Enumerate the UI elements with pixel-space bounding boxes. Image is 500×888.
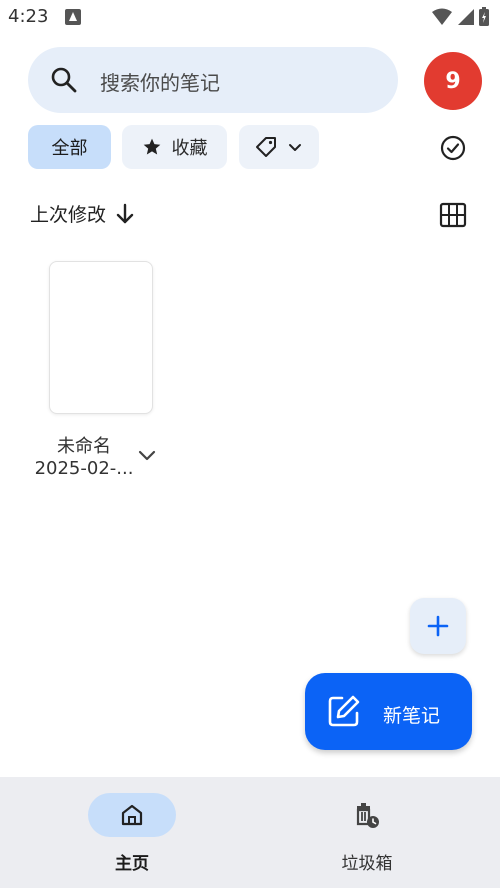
wifi-icon [432, 8, 452, 25]
grid-view-icon[interactable] [439, 202, 467, 228]
status-indicators [432, 7, 490, 27]
plus-icon [427, 615, 449, 637]
signal-icon [458, 9, 474, 25]
notification-icon [65, 9, 81, 25]
avatar[interactable]: 9 [424, 52, 482, 110]
chevron-down-icon [289, 144, 301, 151]
chevron-down-icon[interactable] [136, 444, 158, 466]
bottom-navigation: 主页 垃圾箱 [0, 777, 500, 888]
nav-trash-label[interactable]: 垃圾箱 [334, 849, 400, 874]
new-note-button[interactable]: 新笔记 [305, 673, 472, 750]
check-circle-icon[interactable] [439, 134, 467, 162]
search-icon [51, 67, 77, 93]
filter-chip-all[interactable]: 全部 [28, 125, 111, 169]
trash-icon[interactable] [353, 801, 381, 829]
tag-icon [256, 137, 276, 157]
search-placeholder: 搜索你的笔记 [100, 71, 220, 95]
filter-chip-all-label: 全部 [51, 138, 88, 159]
filter-chip-favorites[interactable]: 收藏 [122, 125, 227, 169]
sort-label: 上次修改 [30, 204, 107, 226]
note-card-thumbnail[interactable] [49, 261, 153, 414]
status-time: 4:23 [8, 6, 49, 27]
home-icon [121, 804, 143, 826]
sort-control[interactable]: 上次修改 [30, 200, 136, 227]
search-bar[interactable]: 搜索你的笔记 [28, 47, 398, 113]
filter-chip-favorites-label: 收藏 [171, 138, 208, 159]
edit-icon [328, 695, 360, 727]
battery-icon [479, 7, 489, 26]
filter-chip-tags[interactable] [239, 125, 319, 169]
add-button[interactable] [410, 598, 466, 654]
note-date: 2025-02-... [34, 458, 134, 479]
status-bar: 4:23 [0, 0, 500, 34]
star-icon [143, 138, 160, 155]
sort-arrow-icon [116, 203, 134, 223]
note-title[interactable]: 未命名 [34, 432, 134, 458]
new-note-label: 新笔记 [383, 705, 441, 727]
nav-home-label[interactable]: 主页 [108, 849, 156, 874]
